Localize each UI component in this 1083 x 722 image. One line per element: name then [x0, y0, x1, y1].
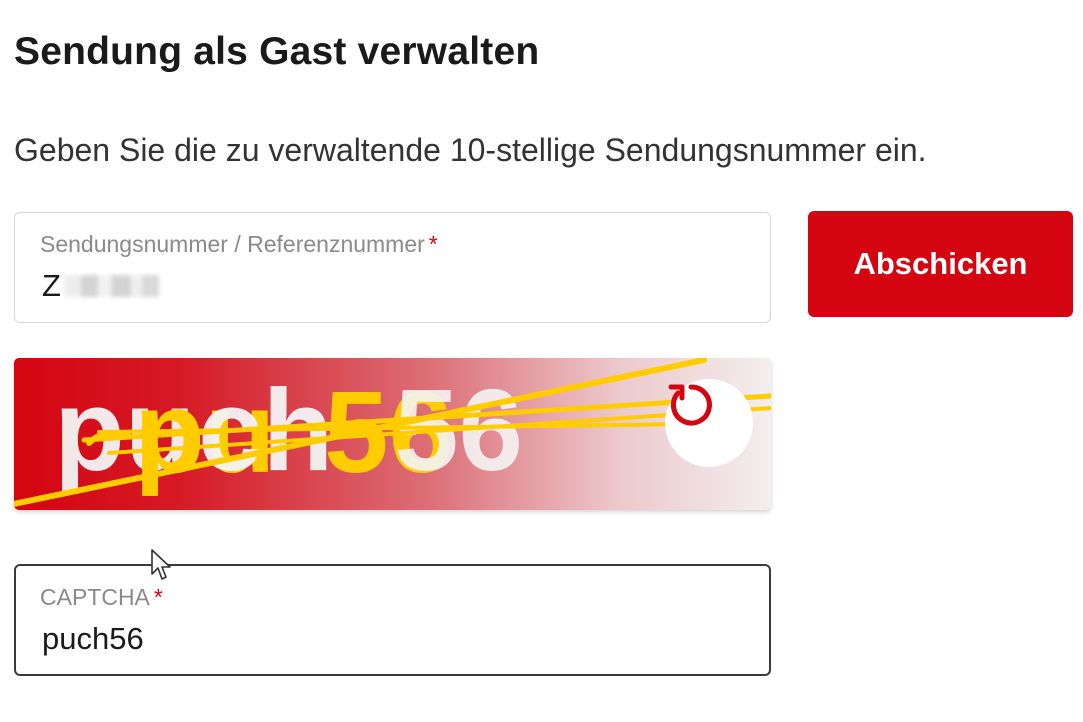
captcha-input-value[interactable]: puch56: [42, 621, 144, 657]
reference-number-visible-text: Z: [42, 268, 61, 303]
reference-number-field[interactable]: Sendungsnummer / Referenznummer * Z: [14, 212, 771, 323]
intro-text: Geben Sie die zu verwaltende 10-stellige…: [14, 132, 927, 168]
reference-number-label: Sendungsnummer / Referenznummer *: [40, 231, 438, 258]
captcha-graphic: pu pu ch 56 56: [14, 358, 771, 507]
required-marker: *: [153, 584, 163, 610]
reference-number-label-text: Sendungsnummer / Referenznummer: [40, 231, 425, 257]
blurred-reference-digits: [63, 275, 159, 297]
refresh-icon: [668, 384, 712, 426]
reference-number-value[interactable]: Z: [42, 268, 159, 304]
required-marker: *: [428, 231, 438, 257]
captcha-label: CAPTCHA *: [40, 584, 163, 611]
mouse-cursor-icon: [151, 549, 171, 580]
captcha-refresh-button[interactable]: [665, 379, 753, 467]
captcha-field[interactable]: CAPTCHA * puch56: [14, 564, 771, 676]
captcha-image: pu pu ch 56 56: [14, 358, 771, 510]
submit-button[interactable]: Abschicken: [808, 211, 1073, 317]
captcha-label-text: CAPTCHA: [40, 584, 150, 610]
page-title: Sendung als Gast verwalten: [14, 30, 540, 73]
